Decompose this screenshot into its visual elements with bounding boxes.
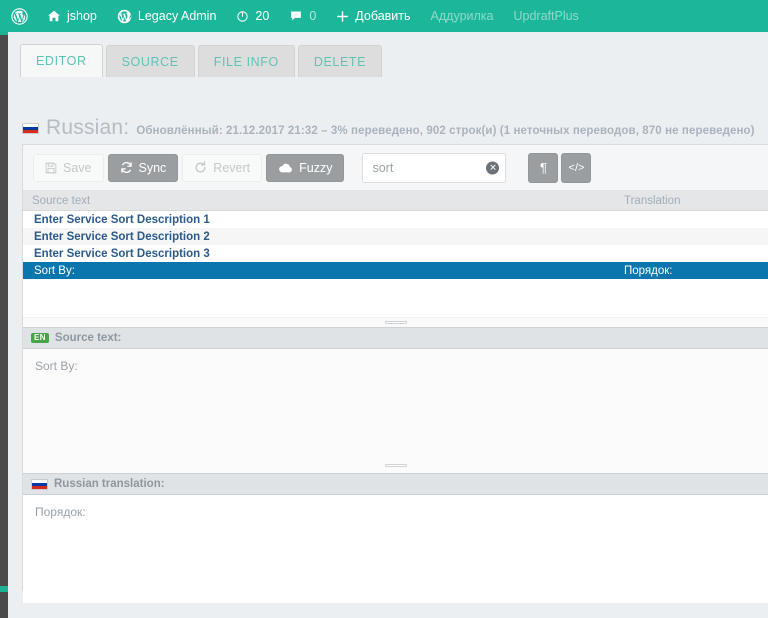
left-rail-accent-top xyxy=(0,32,8,35)
sync-button-label: Sync xyxy=(138,160,167,175)
list-empty-space xyxy=(23,279,768,317)
string-list-body[interactable]: Enter Service Sort Description 1 Enter S… xyxy=(23,211,768,317)
sync-button[interactable]: Sync xyxy=(107,153,179,182)
fuzzy-button-label: Fuzzy xyxy=(299,160,333,175)
file-meta-text: Обновлённый: 21.12.2017 21:32 – 3% перев… xyxy=(136,125,755,137)
adminbar-legacy-admin-label: Legacy Admin xyxy=(137,9,217,23)
page-content: EDITOR SOURCE FILE INFO DELETE Russian: … xyxy=(8,32,768,618)
source-text-area[interactable]: Sort By: xyxy=(23,349,768,461)
adminbar-item-wordpress-logo[interactable] xyxy=(0,0,37,32)
save-button[interactable]: Save xyxy=(33,153,104,182)
adminbar-new-content-label: Добавить xyxy=(355,9,411,23)
tab-delete-label: DELETE xyxy=(313,55,367,69)
wordpress-icon xyxy=(117,9,132,24)
revert-button-label: Revert xyxy=(213,160,251,175)
adminbar-comments-count: 0 xyxy=(309,9,317,23)
list-resize-bar[interactable] xyxy=(23,317,768,327)
left-sidebar-rail xyxy=(0,32,8,618)
resize-grip-handle[interactable] xyxy=(384,321,407,324)
code-icon: </> xyxy=(568,161,585,174)
revert-icon xyxy=(194,161,207,174)
tab-file-info-label: FILE INFO xyxy=(213,55,279,69)
tab-source-label: SOURCE xyxy=(121,55,179,69)
pilcrow-icon: ¶ xyxy=(539,160,547,175)
table-row[interactable]: Enter Service Sort Description 3 xyxy=(23,245,768,262)
editor-tab-bar: EDITOR SOURCE FILE INFO DELETE xyxy=(20,44,383,77)
row-translation: Порядок: xyxy=(624,264,673,277)
search-box: ✕ xyxy=(362,152,507,183)
row-source-text: Enter Service Sort Description 2 xyxy=(34,230,210,243)
translation-panel-title: Russian translation: xyxy=(54,478,165,490)
adminbar-addurilka-label: Аддурилка xyxy=(430,9,494,23)
tab-source[interactable]: SOURCE xyxy=(105,45,195,77)
update-icon xyxy=(236,10,249,23)
translation-text-content: Порядок: xyxy=(35,505,86,519)
adminbar-item-updraftplus[interactable]: UpdraftPlus xyxy=(504,0,589,32)
string-list-header: Source text Translation xyxy=(23,191,768,211)
panel-bottom-filler xyxy=(23,585,768,589)
whitespace-toggle[interactable]: ¶ xyxy=(528,152,559,183)
left-rail-accent-bottom xyxy=(0,586,8,592)
editor-panel: Save Sync Revert Fuzzy sort ✕ ¶ </> Sour… xyxy=(22,144,768,603)
ru-flag-icon xyxy=(22,122,39,134)
sync-icon xyxy=(120,161,133,174)
wordpress-icon xyxy=(11,7,28,25)
tab-file-info[interactable]: FILE INFO xyxy=(197,45,295,77)
adminbar-item-site-name[interactable]: jshop xyxy=(37,0,107,32)
row-source-text: Sort By: xyxy=(34,264,75,277)
source-text-content: Sort By: xyxy=(35,359,78,373)
tab-editor[interactable]: EDITOR xyxy=(20,44,103,77)
adminbar-item-addurilka[interactable]: Аддурилка xyxy=(421,0,504,32)
table-row[interactable]: Enter Service Sort Description 1 xyxy=(23,211,768,228)
ru-flag-icon xyxy=(31,478,48,490)
resize-grip-handle[interactable] xyxy=(384,464,407,467)
column-header-source-text[interactable]: Source text xyxy=(23,195,615,207)
floppy-icon xyxy=(45,162,57,174)
adminbar-item-comments[interactable]: 0 xyxy=(279,0,326,32)
source-panel-title: Source text: xyxy=(54,332,122,344)
row-source-text: Enter Service Sort Description 3 xyxy=(34,247,210,260)
adminbar-item-legacy-admin[interactable]: Legacy Admin xyxy=(107,0,227,32)
tab-delete[interactable]: DELETE xyxy=(297,45,383,77)
home-icon xyxy=(47,9,61,23)
wp-admin-bar: jshop Legacy Admin 20 0 Добавить Аддурил… xyxy=(0,0,768,32)
fuzzy-button[interactable]: Fuzzy xyxy=(266,153,345,182)
adminbar-site-name-label: jshop xyxy=(67,9,97,23)
table-row-selected[interactable]: Sort By: Порядок: xyxy=(23,262,768,279)
cloud-icon xyxy=(278,162,293,174)
source-resize-bar[interactable] xyxy=(23,461,768,473)
row-source-text: Enter Service Sort Description 1 xyxy=(34,213,210,226)
comment-icon xyxy=(289,9,303,23)
editor-toolbar: Save Sync Revert Fuzzy sort ✕ ¶ </> xyxy=(23,145,768,191)
adminbar-updates-count: 20 xyxy=(255,9,270,23)
column-header-translation[interactable]: Translation xyxy=(615,195,768,207)
clear-circle-icon[interactable]: ✕ xyxy=(486,161,500,174)
view-toggle-group: ¶ </> xyxy=(528,152,592,183)
toolbar-button-group: Save Sync Revert Fuzzy xyxy=(33,153,345,182)
source-panel-header: EN Source text: xyxy=(23,327,768,349)
plus-icon xyxy=(336,10,349,23)
adminbar-updraftplus-label: UpdraftPlus xyxy=(513,9,579,23)
translation-panel-header: Russian translation: xyxy=(23,473,768,495)
file-language-label: Russian: xyxy=(46,116,130,139)
revert-button[interactable]: Revert xyxy=(182,153,263,182)
en-language-badge: EN xyxy=(31,332,49,344)
search-input[interactable] xyxy=(362,152,507,183)
save-button-label: Save xyxy=(63,160,92,175)
table-row[interactable]: Enter Service Sort Description 2 xyxy=(23,228,768,245)
file-heading: Russian: Обновлённый: 21.12.2017 21:32 –… xyxy=(22,116,755,140)
tab-editor-label: EDITOR xyxy=(36,54,87,68)
adminbar-item-new-content[interactable]: Добавить xyxy=(326,0,420,32)
adminbar-item-updates[interactable]: 20 xyxy=(226,0,279,32)
code-view-toggle[interactable]: </> xyxy=(561,152,592,183)
